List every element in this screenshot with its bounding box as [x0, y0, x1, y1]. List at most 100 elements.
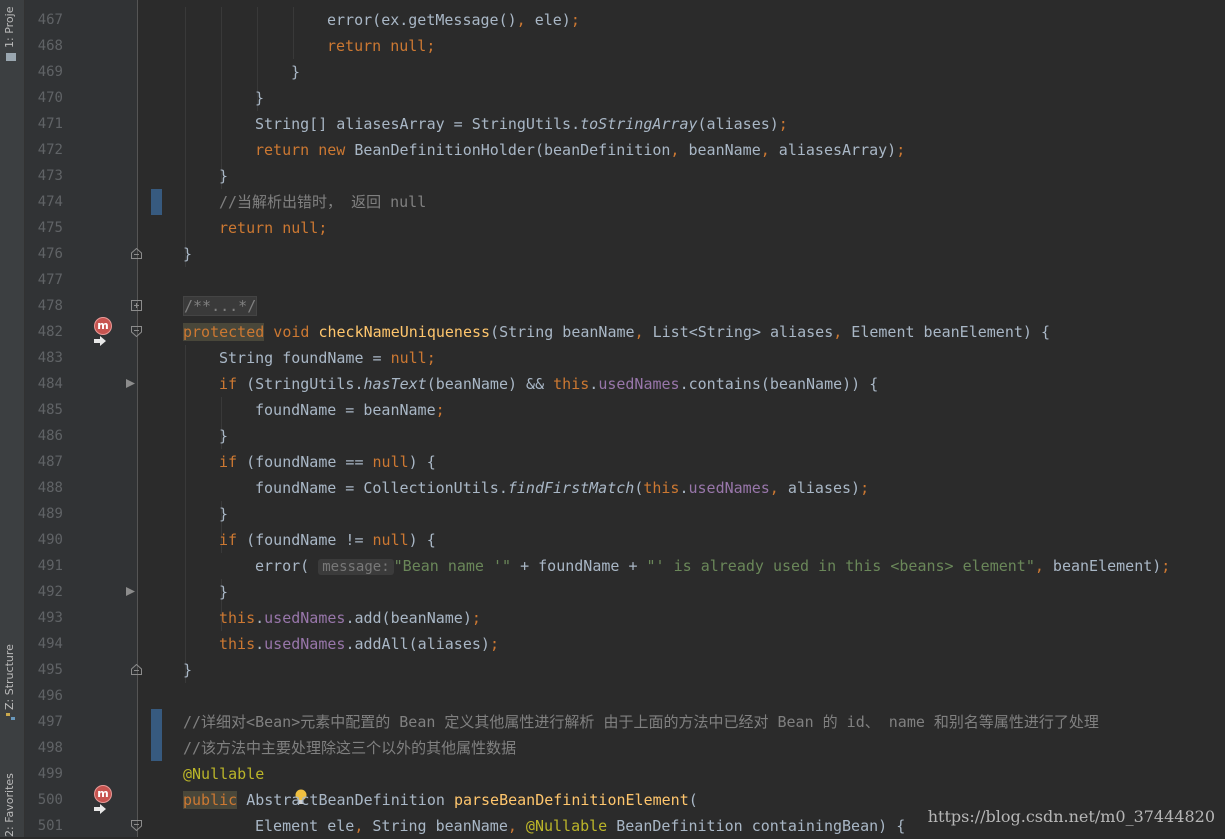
- code-line[interactable]: }: [138, 59, 1225, 85]
- code-line[interactable]: /**...*/: [138, 293, 1225, 319]
- code-line[interactable]: //详细对<Bean>元素中配置的 Bean 定义其他属性进行解析 由于上面的方…: [138, 709, 1225, 735]
- line-number: 483: [37, 350, 63, 366]
- line-number: 492: [37, 584, 63, 600]
- code-token: (foundName ==: [246, 453, 373, 471]
- line-number: 494: [37, 636, 63, 652]
- code-token: }: [219, 583, 229, 601]
- code-token: ,: [516, 11, 526, 29]
- code-token: ;: [778, 115, 788, 133]
- code-line[interactable]: }: [138, 85, 1225, 111]
- code-token: Element beanElement) {: [842, 323, 1050, 341]
- line-number: 472: [37, 142, 63, 158]
- code-token: (StringUtils.: [246, 375, 364, 393]
- code-token: ex.getMessage(): [381, 11, 517, 29]
- code-line[interactable]: }: [138, 657, 1225, 683]
- tool-window-strip: 1: Proje Z: Structure 2: Favorites: [0, 0, 25, 837]
- code-token: hasText: [363, 375, 427, 393]
- breakpoint-arrow-icon[interactable]: [125, 378, 136, 389]
- line-number: 498: [37, 740, 63, 756]
- code-token: + foundName +: [511, 557, 647, 575]
- code-token: foundName = beanName: [255, 401, 436, 419]
- code-token: ;: [471, 609, 481, 627]
- code-line[interactable]: }: [138, 163, 1225, 189]
- code-token: }: [219, 505, 229, 523]
- code-token: (foundName !=: [246, 531, 373, 549]
- line-number: 490: [37, 532, 63, 548]
- line-number: 486: [37, 428, 63, 444]
- line-number: 484: [37, 376, 63, 392]
- code-token: .add(beanName): [345, 609, 472, 627]
- code-token: BeanDefinitionHolder(beanDefinition: [354, 141, 671, 159]
- code-token: BeanDefinition containingBean) {: [607, 817, 906, 835]
- code-token: }: [219, 427, 229, 445]
- code-line[interactable]: @Nullable: [138, 761, 1225, 787]
- line-number: 476: [37, 246, 63, 262]
- code-token: (String beanName: [490, 323, 635, 341]
- code-line[interactable]: //当解析出错时， 返回 null: [138, 189, 1225, 215]
- code-token: ,: [769, 479, 779, 497]
- code-token: ;: [489, 635, 499, 653]
- code-token: beanElement): [1043, 557, 1162, 575]
- code-line[interactable]: //该方法中主要处理除这三个以外的其他属性数据: [138, 735, 1225, 761]
- structure-icon: [6, 713, 15, 720]
- code-token: error(: [327, 11, 382, 29]
- code-token: }: [255, 89, 265, 107]
- code-line[interactable]: }: [138, 241, 1225, 267]
- code-token: return new: [255, 141, 355, 159]
- code-token: String beanName: [363, 817, 508, 835]
- code-line[interactable]: foundName = CollectionUtils.findFirstMat…: [138, 475, 1225, 501]
- implements-arrow-icon[interactable]: [94, 331, 106, 346]
- editor-gutter[interactable]: 467 468 469 470 471 472 473 474 475 476 477 478 482 m…: [25, 0, 162, 837]
- code-token: this: [643, 479, 680, 497]
- code-token: protected: [183, 323, 265, 341]
- code-line[interactable]: if (foundName != null) {: [138, 527, 1225, 553]
- code-token: Element ele: [255, 817, 355, 835]
- code-line[interactable]: error(ex.getMessage(), ele);: [138, 7, 1225, 33]
- line-number: 493: [37, 610, 63, 626]
- line-number: 500: [37, 792, 63, 808]
- code-token: (aliases): [697, 115, 779, 133]
- code-token: public: [183, 791, 238, 809]
- code-line[interactable]: [138, 683, 1225, 709]
- code-token: this: [219, 635, 256, 653]
- code-line[interactable]: String[] aliasesArray = StringUtils.toSt…: [138, 111, 1225, 137]
- code-line[interactable]: foundName = beanName;: [138, 397, 1225, 423]
- line-number: 469: [37, 64, 63, 80]
- code-line[interactable]: }: [138, 579, 1225, 605]
- code-token: return null;: [327, 37, 436, 55]
- code-line[interactable]: [138, 267, 1225, 293]
- breakpoint-arrow-icon[interactable]: [125, 586, 136, 597]
- line-number: 467: [37, 12, 63, 28]
- code-line[interactable]: }: [138, 423, 1225, 449]
- code-editor[interactable]: error(ex.getMessage(), ele); return null;…: [138, 0, 1225, 837]
- implements-arrow-icon[interactable]: [94, 799, 106, 814]
- code-line[interactable]: this.usedNames.add(beanName);: [138, 605, 1225, 631]
- tab-project[interactable]: 1: Proje: [3, 0, 16, 48]
- code-token: aliasesArray): [769, 141, 897, 159]
- tab-favorites[interactable]: 2: Favorites: [3, 760, 16, 837]
- line-number: 488: [37, 480, 63, 496]
- code-line[interactable]: return null;: [138, 215, 1225, 241]
- code-line[interactable]: return null;: [138, 33, 1225, 59]
- code-line[interactable]: String foundName = null;: [138, 345, 1225, 371]
- project-icon: [6, 53, 16, 61]
- code-token: @Nullable: [183, 765, 265, 783]
- code-line[interactable]: if (foundName == null) {: [138, 449, 1225, 475]
- code-line[interactable]: this.usedNames.addAll(aliases);: [138, 631, 1225, 657]
- code-token: beanName: [679, 141, 761, 159]
- code-token: "' is already used in this <beans> eleme…: [646, 557, 1035, 575]
- code-line[interactable]: if (StringUtils.hasText(beanName) && thi…: [138, 371, 1225, 397]
- code-token: AbstractBeanDefinition: [237, 791, 454, 809]
- code-token: usedNames: [688, 479, 770, 497]
- code-line[interactable]: return new BeanDefinitionHolder(beanDefi…: [138, 137, 1225, 163]
- code-line[interactable]: protected void checkNameUniqueness(Strin…: [138, 319, 1225, 345]
- code-line[interactable]: }: [138, 501, 1225, 527]
- line-number: 496: [37, 688, 63, 704]
- line-number: 501: [37, 818, 63, 834]
- tab-structure[interactable]: Z: Structure: [3, 635, 16, 710]
- code-token: ;: [435, 401, 445, 419]
- code-line[interactable]: error( message: "Bean name '" + foundName…: [138, 553, 1225, 579]
- code-token: checkNameUniqueness: [318, 323, 491, 341]
- code-token: (: [688, 791, 698, 809]
- code-token: if: [219, 531, 247, 549]
